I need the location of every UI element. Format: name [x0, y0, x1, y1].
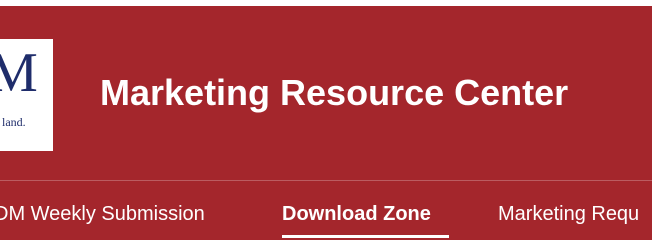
nav-item-dm-weekly-submission[interactable]: DM Weekly Submission [0, 201, 205, 227]
nav-item-download-zone[interactable]: Download Zone [282, 201, 431, 227]
site-logo[interactable]: M land. [0, 39, 53, 151]
site-title[interactable]: Marketing Resource Center [100, 71, 568, 114]
logo-wordmark: land. [2, 115, 26, 129]
active-nav-indicator [282, 235, 449, 238]
nav-item-marketing-requests[interactable]: Marketing Requ [498, 201, 639, 227]
logo-mark: M [0, 42, 38, 104]
site-header-banner: M land. Marketing Resource Center DM Wee… [0, 6, 652, 240]
top-navigation: DM Weekly Submission Download Zone Marke… [0, 180, 652, 240]
page: M land. Marketing Resource Center DM Wee… [0, 0, 658, 240]
